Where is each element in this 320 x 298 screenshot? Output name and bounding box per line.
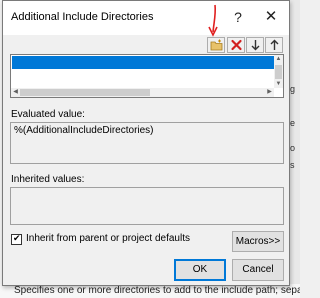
list-row-selected-editing[interactable] [12,56,274,69]
scroll-up-icon[interactable]: ▲ [274,55,283,63]
evaluated-value-label: Evaluated value: [11,109,85,120]
annotation-arrow-icon [208,4,218,37]
macros-button[interactable]: Macros>> [232,231,284,252]
background-fragment: e [290,118,296,128]
list-horizontal-scrollbar[interactable]: ◀ ▶ [11,88,274,97]
arrow-up-icon [270,39,279,50]
ok-button[interactable]: OK [174,259,226,281]
checkmark-icon: ✔ [13,233,21,243]
delete-icon [231,39,242,51]
dialog-titlebar: Additional Include Directories ? ✕ [3,1,289,35]
inherited-values-label: Inherited values: [11,174,85,185]
additional-include-directories-dialog: Additional Include Directories ? ✕ ▲ ▼ ◀… [2,0,290,286]
scroll-down-icon[interactable]: ▼ [274,80,283,88]
delete-line-button[interactable] [227,37,245,53]
cancel-button[interactable]: Cancel [232,259,284,281]
property-description-text: Specifies one or more directories to add… [14,285,300,296]
background-fragment: s [290,160,295,170]
evaluated-value-text: %(AdditionalIncludeDirectories) [14,125,154,136]
move-down-button[interactable] [246,37,264,53]
background-fragment: g [290,84,296,94]
list-toolbar [203,37,283,53]
close-button[interactable]: ✕ [259,5,283,29]
evaluated-value-box: %(AdditionalIncludeDirectories) [10,122,284,164]
help-button[interactable]: ? [227,5,249,29]
dialog-title: Additional Include Directories [11,11,154,23]
inherit-checkbox[interactable]: ✔ [11,233,22,245]
horizontal-scroll-thumb[interactable] [20,89,150,96]
vertical-scroll-thumb[interactable] [275,65,282,79]
scroll-left-icon[interactable]: ◀ [11,88,20,97]
inherited-values-box [10,187,284,225]
include-directories-list[interactable]: ▲ ▼ ◀ ▶ [10,54,284,98]
new-folder-icon [210,39,223,51]
list-vertical-scrollbar[interactable]: ▲ ▼ [274,55,283,88]
background-fragment: o [290,143,296,153]
move-up-button[interactable] [265,37,283,53]
scroll-right-icon[interactable]: ▶ [265,88,274,97]
arrow-down-icon [251,40,260,51]
property-description-bar: Specifies one or more directories to add… [0,284,300,298]
inherit-checkbox-label[interactable]: Inherit from parent or project defaults [26,233,190,244]
new-line-button[interactable] [207,37,225,53]
